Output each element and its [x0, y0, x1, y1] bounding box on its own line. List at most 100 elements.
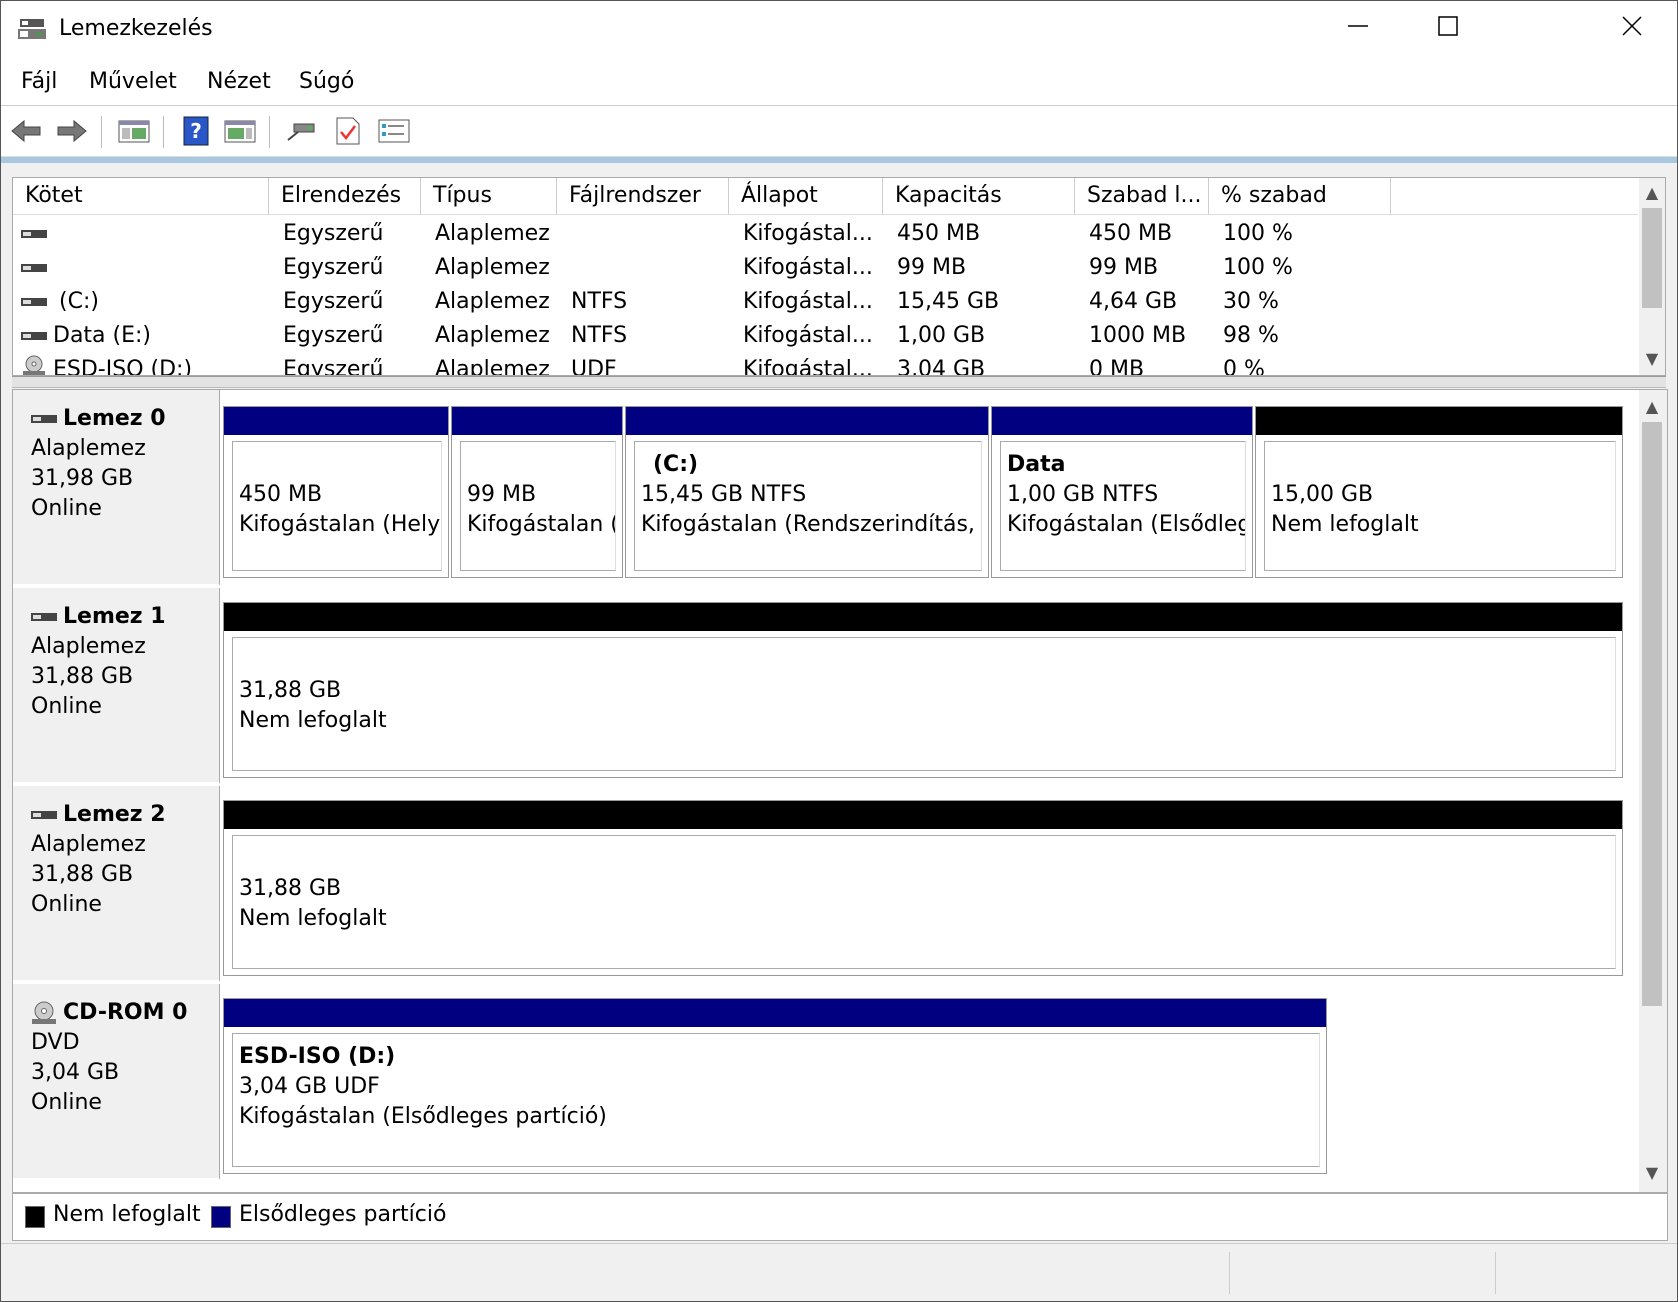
column-header-free-space[interactable]: Szabad l...	[1075, 178, 1209, 214]
partition-esd-iso-d-drive[interactable]: ESD-ISO (D:) 3,04 GB UDF Kifogástalan (E…	[223, 998, 1327, 1174]
partition-unallocated-disk1[interactable]: 31,88 GB Nem lefoglalt	[223, 602, 1623, 778]
volume-list-scrollbar[interactable]: ▲ ▼	[1639, 178, 1665, 375]
toolbar-separator	[269, 116, 270, 148]
connect-disk-button[interactable]	[285, 114, 319, 148]
volume-list[interactable]: Kötet Elrendezés Típus Fájlrendszer Álla…	[12, 177, 1666, 376]
partition-efi-99mb[interactable]: 99 MB Kifogástalan (	[451, 406, 623, 578]
partition-size: 1,00 GB NTFS	[1007, 482, 1159, 507]
column-header-capacity[interactable]: Kapacitás	[883, 178, 1075, 214]
partition-data-e-drive[interactable]: Data 1,00 GB NTFS Kifogástalan (Elsődleg	[991, 406, 1253, 578]
scroll-thumb[interactable]	[1642, 208, 1662, 308]
partition-status: Kifogástalan (Elsődleg	[1007, 512, 1246, 537]
partition-details: ESD-ISO (D:) 3,04 GB UDF Kifogástalan (E…	[232, 1033, 1320, 1167]
disk-icon	[21, 230, 47, 238]
column-header-layout[interactable]: Elrendezés	[269, 178, 421, 214]
disk-info-lemez-2[interactable]: Lemez 2 Alaplemez 31,88 GB Online	[13, 786, 220, 982]
maximize-icon	[1438, 16, 1458, 36]
volume-layout: Egyszerű	[283, 357, 384, 376]
scroll-up-icon[interactable]: ▲	[1639, 394, 1665, 420]
volume-name: Data (E:)	[53, 323, 152, 348]
partition-status: Nem lefoglalt	[239, 708, 387, 733]
scroll-thumb[interactable]	[1642, 422, 1662, 1006]
console-tree-icon	[118, 120, 150, 143]
volume-row[interactable]: Egyszerű Alaplemez Kifogástal... 99 MB 9…	[13, 251, 1638, 285]
partition-recovery-450mb[interactable]: 450 MB Kifogástalan (Helyr	[223, 406, 449, 578]
partition-unallocated-15gb[interactable]: 15,00 GB Nem lefoglalt	[1255, 406, 1623, 578]
volume-type: Alaplemez	[435, 255, 550, 280]
disk-name: Lemez 0	[63, 406, 166, 431]
partition-type-bar	[224, 407, 448, 435]
maximize-button[interactable]	[1403, 1, 1493, 59]
partition-details: 31,88 GB Nem lefoglalt	[232, 835, 1616, 969]
status-divider	[1229, 1252, 1230, 1294]
column-header-status[interactable]: Állapot	[729, 178, 883, 214]
volume-list-header: Kötet Elrendezés Típus Fájlrendszer Álla…	[13, 178, 1638, 215]
volume-row[interactable]: ESD-ISO (D:) Egyszerű Alaplemez UDF Kifo…	[13, 353, 1638, 376]
partition-unallocated-disk2[interactable]: 31,88 GB Nem lefoglalt	[223, 800, 1623, 976]
minimize-button[interactable]	[1313, 1, 1403, 59]
forward-button[interactable]	[55, 114, 89, 148]
menu-action[interactable]: Művelet	[89, 69, 177, 94]
partition-status: Kifogástalan (	[467, 512, 616, 537]
volume-row[interactable]: Egyszerű Alaplemez Kifogástal... 450 MB …	[13, 217, 1638, 251]
task-list-icon	[378, 119, 410, 143]
disk-partitions-lemez-0: 450 MB Kifogástalan (Helyr 99 MB Kifogás…	[223, 390, 1643, 586]
disk-state: Online	[31, 1090, 102, 1115]
content-accent-strip	[1, 157, 1677, 163]
task-list-button[interactable]	[377, 114, 411, 148]
column-header-percent-free[interactable]: % szabad	[1209, 178, 1391, 214]
scroll-down-icon[interactable]: ▼	[1639, 346, 1665, 372]
back-button[interactable]	[9, 114, 43, 148]
disk-name-row: Lemez 1	[31, 602, 219, 632]
disk-state: Online	[31, 694, 102, 719]
disk-name-row: CD-ROM 0	[31, 998, 219, 1028]
column-header-filesystem[interactable]: Fájlrendszer	[557, 178, 729, 214]
menu-view[interactable]: Nézet	[207, 69, 271, 94]
column-header-volume[interactable]: Kötet	[13, 178, 269, 214]
checklist-button[interactable]	[331, 114, 365, 148]
svg-text:?: ?	[190, 119, 202, 143]
partition-status: Nem lefoglalt	[1271, 512, 1419, 537]
title-bar: Lemezkezelés	[1, 1, 1677, 61]
partition-type-bar	[224, 801, 1622, 829]
close-button[interactable]	[1587, 1, 1677, 59]
disk-icon	[31, 811, 57, 819]
disk-partitions-cd-rom-0: ESD-ISO (D:) 3,04 GB UDF Kifogástalan (E…	[223, 984, 1643, 1180]
disk-view-scrollbar[interactable]: ▲ ▼	[1639, 390, 1667, 1192]
partition-details: 450 MB Kifogástalan (Helyr	[232, 441, 442, 571]
cd-drive-icon	[32, 1001, 56, 1024]
window-title: Lemezkezelés	[59, 16, 213, 41]
disk-size: 31,88 GB	[31, 664, 134, 689]
partition-size: 99 MB	[467, 482, 537, 507]
legend-unallocated-swatch	[25, 1206, 45, 1228]
scroll-up-icon[interactable]: ▲	[1639, 180, 1665, 206]
disk-info-lemez-1[interactable]: Lemez 1 Alaplemez 31,88 GB Online	[13, 588, 220, 784]
show-hide-console-tree-button[interactable]	[117, 114, 151, 148]
partition-status: Nem lefoglalt	[239, 906, 387, 931]
disk-partitions-lemez-2: 31,88 GB Nem lefoglalt	[223, 786, 1643, 982]
disk-graphical-view: Lemez 0 Alaplemez 31,98 GB Online 450 MB…	[12, 389, 1668, 1193]
volume-filesystem: NTFS	[571, 323, 628, 348]
partition-details: 99 MB Kifogástalan (	[460, 441, 616, 571]
volume-row[interactable]: Data (E:) Egyszerű Alaplemez NTFS Kifogá…	[13, 319, 1638, 353]
menu-file[interactable]: Fájl	[21, 69, 57, 94]
disk-kind: Alaplemez	[31, 436, 146, 461]
disk-info-lemez-0[interactable]: Lemez 0 Alaplemez 31,98 GB Online	[13, 390, 220, 586]
partition-c-drive[interactable]: (C:) 15,45 GB NTFS Kifogástalan (Rendsze…	[625, 406, 989, 578]
volume-row[interactable]: (C:) Egyszerű Alaplemez NTFS Kifogástal.…	[13, 285, 1638, 319]
disk-info-cd-rom-0[interactable]: CD-ROM 0 DVD 3,04 GB Online	[13, 984, 220, 1180]
disk-size: 31,98 GB	[31, 466, 134, 491]
pane-splitter[interactable]	[12, 376, 1666, 388]
disk-partitions-lemez-1: 31,88 GB Nem lefoglalt	[223, 588, 1643, 784]
close-icon	[1622, 16, 1642, 36]
volume-capacity: 450 MB	[897, 221, 981, 246]
menu-help[interactable]: Súgó	[299, 69, 354, 94]
show-hide-action-pane-button[interactable]	[223, 114, 257, 148]
volume-percent-free: 98 %	[1223, 323, 1279, 348]
scroll-down-icon[interactable]: ▼	[1639, 1160, 1665, 1186]
column-header-type[interactable]: Típus	[421, 178, 557, 214]
volume-type: Alaplemez	[435, 357, 550, 376]
partition-details: Data 1,00 GB NTFS Kifogástalan (Elsődleg	[1000, 441, 1246, 571]
help-button[interactable]: ?	[179, 114, 213, 148]
disk-name: CD-ROM 0	[63, 1000, 188, 1025]
